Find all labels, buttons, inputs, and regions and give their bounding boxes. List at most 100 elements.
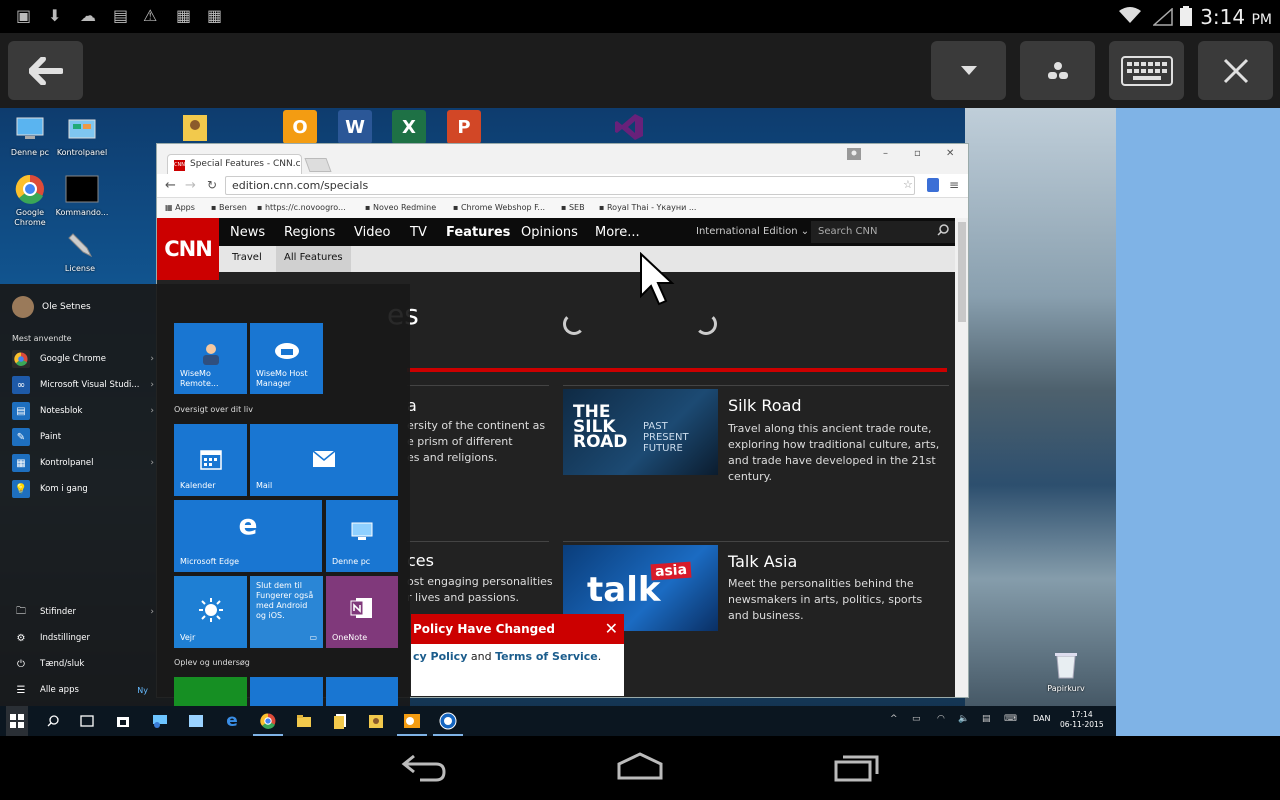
start-button[interactable] (6, 706, 28, 736)
start-item-file-explorer[interactable]: 🗀 Stifinder › (12, 602, 154, 622)
cnn-search-input[interactable]: Search CNN (811, 221, 955, 243)
start-item-notepad[interactable]: ▤ Notesblok › (12, 401, 154, 421)
wifi-tray-icon[interactable]: ◠ (937, 714, 945, 724)
tile-this-pc[interactable]: Denne pc (326, 500, 398, 572)
user-folder-icon[interactable] (178, 110, 212, 144)
feature-title-partial[interactable]: ces (407, 551, 434, 570)
documents-icon[interactable] (331, 712, 349, 730)
feature-title-silk-road[interactable]: Silk Road (728, 396, 802, 415)
wisemo-active-icon[interactable] (433, 712, 463, 736)
nav-regions[interactable]: Regions (284, 225, 335, 240)
nav-features[interactable]: Features (446, 225, 510, 240)
touch-keyboard-icon[interactable]: ⌨ (1004, 714, 1017, 724)
back-button[interactable] (8, 41, 83, 100)
start-item-get-started[interactable]: 💡 Kom i gang (12, 479, 154, 499)
tile-xbox[interactable] (174, 677, 247, 706)
profile-icon[interactable] (847, 148, 861, 163)
dropdown-button[interactable] (931, 41, 1006, 100)
start-item-visual-studio[interactable]: ∞ Microsoft Visual Studi... › (12, 375, 154, 395)
extension-icon[interactable] (927, 178, 939, 196)
forward-icon[interactable]: → (185, 178, 196, 193)
start-item-power[interactable]: ⏻ Tænd/sluk (12, 654, 154, 674)
nav-tv[interactable]: TV (410, 225, 427, 240)
menu-icon[interactable]: ≡ (949, 178, 959, 192)
show-hidden-icons[interactable]: ^ (890, 714, 898, 724)
desktop-icon-this-pc[interactable]: Denne pc (0, 112, 60, 158)
nav-news[interactable]: News (230, 225, 265, 240)
minimize-icon[interactable]: – (883, 148, 888, 159)
desktop-icon-command-prompt[interactable]: Kommando... (52, 172, 112, 218)
bookmark-chrome-webshop[interactable]: ▪ Chrome Webshop F... (453, 203, 545, 212)
nav-video[interactable]: Video (354, 225, 390, 240)
desktop-icon-control-panel[interactable]: Kontrolpanel (52, 112, 112, 158)
edition-selector[interactable]: International Edition ⌄ (696, 226, 809, 237)
terms-of-service-link[interactable]: Terms of Service (495, 650, 598, 663)
start-item-chrome[interactable]: Google Chrome › (12, 349, 154, 369)
reload-icon[interactable]: ↻ (207, 178, 217, 192)
tile-movies[interactable] (326, 677, 398, 706)
page-scrollbar[interactable] (955, 218, 968, 697)
privacy-policy-link[interactable]: cy Policy (413, 650, 467, 663)
bookmark-apps[interactable]: ▦ Apps (165, 203, 195, 212)
start-item-all-apps[interactable]: ☰ Alle apps Ny (12, 680, 154, 700)
powerpoint-icon[interactable]: P (447, 110, 481, 144)
tile-weather[interactable]: Vejr (174, 576, 247, 648)
visual-studio-icon[interactable] (612, 110, 646, 144)
tile-onenote[interactable]: OneNote (326, 576, 398, 648)
feature-title-talk-asia[interactable]: Talk Asia (728, 552, 797, 571)
desktop-icon-chrome[interactable]: Google Chrome (0, 172, 60, 228)
star-icon[interactable]: ☆ (903, 178, 913, 191)
network-adapter-icon[interactable]: ▭ (912, 714, 921, 724)
excel-icon[interactable]: X (392, 110, 426, 144)
notification-icon[interactable]: ▤ (982, 714, 991, 724)
new-tab-button[interactable] (304, 158, 332, 172)
scrollbar-thumb[interactable] (958, 222, 966, 322)
bookmark-seb[interactable]: ▪ SEB (561, 203, 585, 212)
maximize-icon[interactable]: ▫ (914, 148, 921, 159)
browser-tab-active[interactable]: CNN Special Features - CNN.co (167, 154, 302, 174)
close-session-button[interactable] (1198, 41, 1273, 100)
policy-close-button[interactable]: ✕ (605, 619, 618, 638)
tile-wisemo-remote[interactable]: WiseMo Remote... (174, 323, 247, 394)
keyboard-button[interactable] (1109, 41, 1184, 100)
close-window-icon[interactable]: ✕ (946, 148, 954, 159)
tile-wisemo-host[interactable]: WiseMo Host Manager (250, 323, 323, 394)
outlook-taskbar-icon[interactable] (397, 712, 427, 736)
chrome-taskbar-icon[interactable] (253, 712, 283, 736)
cnn-logo[interactable]: CNN (157, 218, 219, 280)
start-item-settings[interactable]: ⚙ Indstillinger (12, 628, 154, 648)
subnav-all-features[interactable]: All Features (276, 246, 351, 272)
tile-groove[interactable] (250, 677, 323, 706)
url-input[interactable]: edition.cnn.com/specials (225, 176, 915, 195)
android-recents-button[interactable] (833, 752, 881, 786)
store-icon[interactable] (114, 712, 132, 730)
start-item-control-panel[interactable]: ▦ Kontrolpanel › (12, 453, 154, 473)
back-icon[interactable]: ← (165, 178, 176, 193)
tile-microsoft-edge[interactable]: e Microsoft Edge (174, 500, 322, 572)
edge-icon[interactable]: e (223, 711, 241, 731)
user-folder-taskbar-icon[interactable] (367, 712, 385, 730)
tile-calendar[interactable]: Kalender (174, 424, 247, 496)
desktop-icon-license[interactable]: License (50, 228, 110, 274)
start-item-paint[interactable]: ✎ Paint (12, 427, 154, 447)
search-icon[interactable] (44, 712, 62, 730)
android-home-button[interactable] (615, 752, 665, 786)
nav-opinions[interactable]: Opinions (521, 225, 578, 240)
taskbar-clock[interactable]: 17:14 06-11-2015 (1060, 710, 1104, 730)
bookmark-novoogro[interactable]: ▪ https://c.novoogro... (257, 203, 346, 212)
desktop-icon-recycle-bin[interactable]: Papirkurv (1036, 648, 1096, 694)
android-back-button[interactable] (400, 752, 448, 786)
mouse-mode-button[interactable] (1020, 41, 1095, 100)
volume-icon[interactable]: 🔈 (958, 714, 969, 724)
wisemo-remote-taskbar-icon[interactable] (151, 712, 169, 730)
subnav-travel[interactable]: Travel (232, 252, 262, 263)
bookmark-royal-thai[interactable]: ▪ Royal Thai - Yкауни ... (599, 203, 696, 212)
tile-connect-phone[interactable]: Slut dem til Fungerer også med Android o… (250, 576, 323, 648)
bookmark-noveo-redmine[interactable]: ▪ Noveo Redmine (365, 203, 436, 212)
word-icon[interactable]: W (338, 110, 372, 144)
tile-mail[interactable]: Mail (250, 424, 398, 496)
control-panel-taskbar-icon[interactable] (187, 712, 205, 730)
language-indicator[interactable]: DAN (1033, 714, 1050, 723)
silk-road-thumbnail[interactable]: THE SILK ROAD PAST PRESENT FUTURE (563, 389, 718, 475)
bookmark-bersen[interactable]: ▪ Bersen (211, 203, 247, 212)
